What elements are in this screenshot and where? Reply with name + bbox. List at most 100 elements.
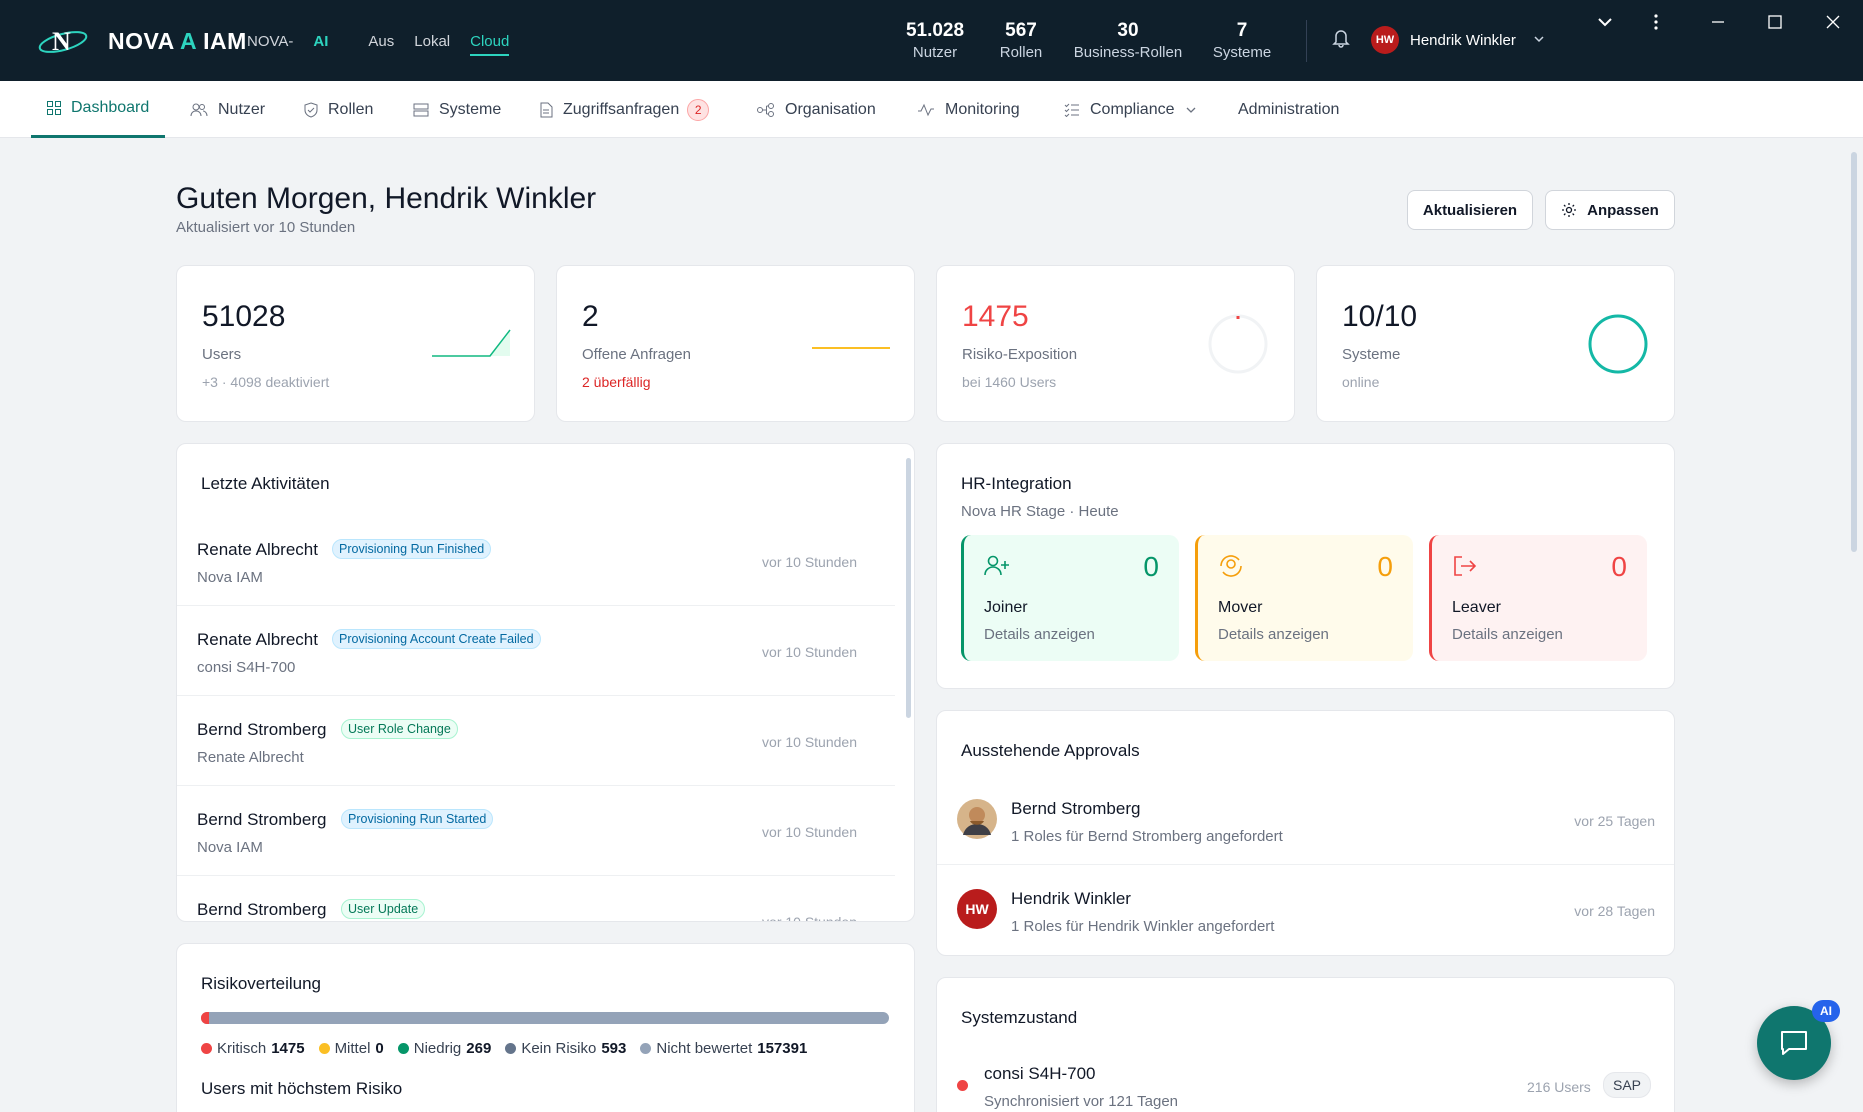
kpi-sub: online bbox=[1342, 374, 1380, 390]
env-cloud[interactable]: Cloud bbox=[470, 33, 510, 56]
card-title: Risikoverteilung bbox=[201, 974, 321, 993]
top-risk-users-title: Users mit höchstem Risiko bbox=[201, 1079, 403, 1098]
main-navigation: Dashboard Nutzer Rollen Systeme Zugriffs… bbox=[0, 81, 1863, 138]
card-title: Letzte Aktivitäten bbox=[201, 474, 330, 493]
sparkline-icon bbox=[432, 329, 511, 357]
kpi-risk-card[interactable]: 1475 Risiko-Exposition bei 1460 Users bbox=[936, 265, 1295, 422]
card-title: HR-Integration bbox=[961, 474, 1072, 493]
activity-user: Bernd Stromberg bbox=[197, 810, 327, 829]
joiner-label: Joiner bbox=[984, 599, 1028, 616]
gear-icon bbox=[1562, 203, 1577, 217]
activity-tag: Provisioning Run Finished bbox=[332, 539, 492, 559]
approval-time: vor 28 Tagen bbox=[1574, 903, 1655, 919]
activity-user: Renate Albrecht bbox=[197, 630, 318, 649]
tab-administration[interactable]: Administration bbox=[1238, 81, 1339, 138]
hr-joiner-box[interactable]: 0 Joiner Details anzeigen bbox=[961, 535, 1179, 661]
count-badge: 2 bbox=[687, 98, 710, 121]
hr-leaver-box[interactable]: 0 Leaver Details anzeigen bbox=[1429, 535, 1647, 661]
user-avatar[interactable]: HW bbox=[1371, 26, 1399, 54]
checklist-icon bbox=[1064, 103, 1079, 117]
tab-organisation[interactable]: Organisation bbox=[757, 81, 876, 138]
tab-nutzer[interactable]: Nutzer bbox=[190, 81, 265, 138]
activity-row[interactable]: Bernd Stromberg User Update vor 10 Stund… bbox=[177, 876, 895, 922]
tab-label: Organisation bbox=[785, 100, 876, 118]
system-status-card: Systemzustand consi S4H-700 Synchronisie… bbox=[936, 977, 1675, 1112]
activity-row[interactable]: Bernd Stromberg User Role Change Renate … bbox=[177, 696, 895, 786]
brand-title[interactable]: NOVA A IAM bbox=[108, 28, 247, 55]
tab-zugriffsanfragen[interactable]: Zugriffsanfragen 2 bbox=[539, 81, 710, 138]
activity-user: Bernd Stromberg bbox=[197, 900, 327, 919]
tab-dashboard[interactable]: Dashboard bbox=[31, 81, 166, 138]
system-name[interactable]: consi S4H-700 bbox=[984, 1064, 1096, 1084]
activity-row[interactable]: Renate Albrecht Provisioning Account Cre… bbox=[177, 606, 895, 696]
kpi-value: 2 bbox=[582, 300, 599, 333]
tab-label: Zugriffsanfragen bbox=[563, 100, 680, 118]
activity-system: Nova IAM bbox=[197, 839, 263, 856]
tab-monitoring[interactable]: Monitoring bbox=[917, 81, 1020, 138]
tab-rollen[interactable]: Rollen bbox=[304, 81, 373, 138]
page-scrollbar[interactable] bbox=[1851, 152, 1857, 552]
tab-systeme[interactable]: Systeme bbox=[413, 81, 501, 138]
kpi-label: Risiko-Exposition bbox=[962, 346, 1078, 363]
chat-icon bbox=[1781, 1031, 1807, 1055]
tab-label: Monitoring bbox=[945, 100, 1020, 118]
shield-icon bbox=[304, 101, 318, 118]
activity-time: vor 10 Stunden bbox=[762, 914, 857, 922]
activity-row[interactable]: Bernd Stromberg Provisioning Run Started… bbox=[177, 786, 895, 876]
users-icon bbox=[190, 103, 208, 116]
kpi-value: 10/10 bbox=[1342, 300, 1418, 333]
bell-icon[interactable] bbox=[1332, 28, 1350, 48]
kpi-value: 1475 bbox=[962, 300, 1029, 333]
scrollbar[interactable] bbox=[906, 458, 911, 718]
env-aus[interactable]: Aus bbox=[368, 33, 394, 56]
system-sync-status: Synchronisiert vor 121 Tagen bbox=[984, 1093, 1179, 1110]
collapse-chevron-icon[interactable] bbox=[1595, 12, 1615, 32]
kpi-systems-card[interactable]: 10/10 Systeme online bbox=[1316, 265, 1675, 422]
kpi-label: Systeme bbox=[1342, 346, 1401, 363]
env-nova-ai[interactable]: NOVA- AI bbox=[247, 33, 348, 56]
nova-logo-icon: N bbox=[38, 27, 88, 56]
kpi-users-card[interactable]: 51028 Users +3 · 4098 deaktiviert bbox=[176, 265, 535, 422]
risk-bar-critical bbox=[201, 1012, 209, 1024]
approval-description: 1 Roles für Hendrik Winkler angefordert bbox=[1011, 918, 1275, 935]
activity-time: vor 10 Stunden bbox=[762, 734, 857, 750]
kpi-requests-card[interactable]: 2 Offene Anfragen 2 überfällig bbox=[556, 265, 915, 422]
close-icon[interactable] bbox=[1823, 12, 1843, 32]
activity-user: Bernd Stromberg bbox=[197, 720, 327, 739]
grid-icon bbox=[47, 101, 61, 115]
approval-row[interactable]: HW Hendrik Winkler 1 Roles für Hendrik W… bbox=[937, 865, 1674, 955]
risk-donut-icon bbox=[1208, 314, 1268, 374]
tab-compliance[interactable]: Compliance bbox=[1064, 81, 1196, 138]
maximize-icon[interactable] bbox=[1765, 12, 1785, 32]
env-lokal[interactable]: Lokal bbox=[414, 33, 450, 56]
legend-niedrig: Niedrig 269 bbox=[397, 1040, 491, 1057]
ai-badge: AI bbox=[1812, 1000, 1840, 1022]
stat-systeme[interactable]: 7 Systeme bbox=[1172, 20, 1312, 61]
kpi-label: Users bbox=[202, 346, 242, 363]
refresh-button[interactable]: Aktualisieren bbox=[1407, 190, 1533, 230]
joiner-details-link[interactable]: Details anzeigen bbox=[984, 626, 1095, 643]
risk-bar[interactable] bbox=[201, 1012, 889, 1024]
activity-time: vor 10 Stunden bbox=[762, 644, 857, 660]
hr-mover-box[interactable]: 0 Mover Details anzeigen bbox=[1195, 535, 1413, 661]
leaver-details-link[interactable]: Details anzeigen bbox=[1452, 626, 1563, 643]
approval-row[interactable]: Bernd Stromberg 1 Roles für Bernd Stromb… bbox=[937, 775, 1674, 865]
mover-details-link[interactable]: Details anzeigen bbox=[1218, 626, 1329, 643]
more-vertical-icon[interactable] bbox=[1646, 12, 1666, 32]
activity-row[interactable]: Renate Albrecht Provisioning Run Finishe… bbox=[177, 516, 895, 606]
mover-label: Mover bbox=[1218, 599, 1263, 616]
svg-text:N: N bbox=[52, 27, 71, 56]
user-plus-icon bbox=[984, 555, 1009, 576]
tab-label: Administration bbox=[1238, 100, 1340, 118]
mover-count: 0 bbox=[1377, 551, 1393, 582]
customize-button[interactable]: Anpassen bbox=[1545, 190, 1675, 230]
activity-tag: Provisioning Run Started bbox=[341, 809, 494, 829]
top-bar: N NOVA A IAM NOVA- AI Aus Lokal Cloud 51.… bbox=[0, 0, 1863, 81]
card-title: Ausstehende Approvals bbox=[961, 741, 1140, 760]
minimize-icon[interactable] bbox=[1708, 12, 1728, 32]
user-name[interactable]: Hendrik Winkler bbox=[1410, 32, 1516, 49]
chevron-down-icon[interactable] bbox=[1534, 34, 1544, 44]
logout-icon bbox=[1454, 556, 1477, 576]
status-dot bbox=[957, 1080, 968, 1091]
avatar: HW bbox=[957, 889, 997, 929]
